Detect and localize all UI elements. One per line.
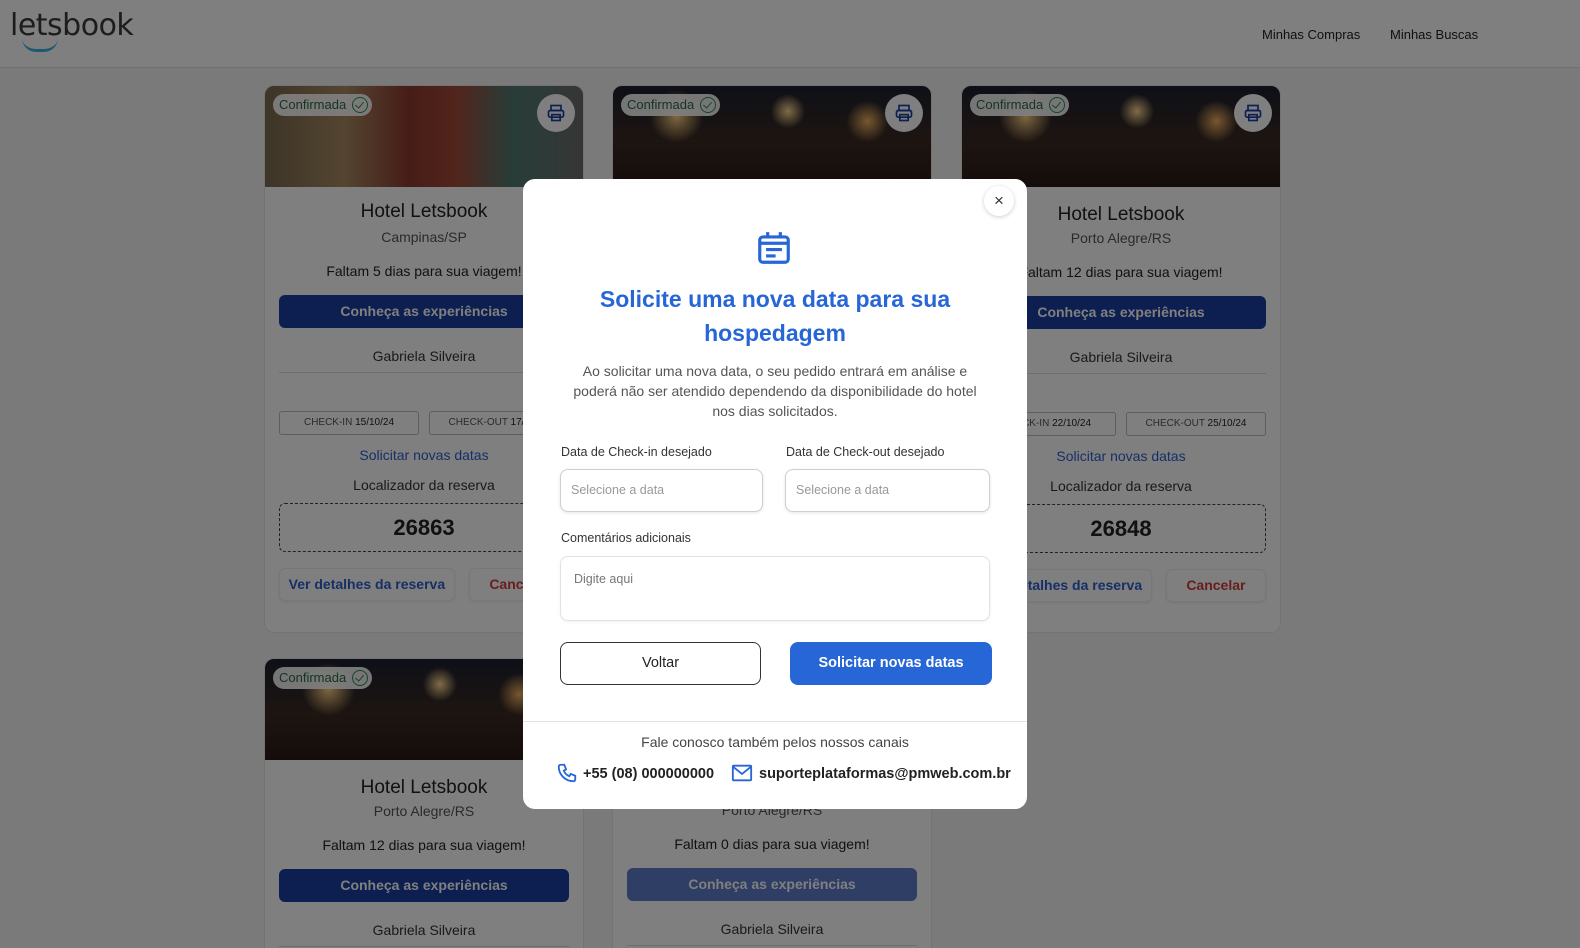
contact-phone[interactable]: +55 (08) 000000000 [583, 766, 714, 782]
back-button[interactable]: Voltar [560, 642, 761, 685]
new-dates-modal: × Solicite uma nova data para sua hosped… [523, 179, 1027, 809]
comments-textarea[interactable]: Digite aqui [560, 556, 990, 621]
phone-icon [557, 763, 577, 783]
comments-label: Comentários adicionais [561, 531, 691, 545]
modal-divider [523, 721, 1027, 722]
checkout-field-label: Data de Check-out desejado [786, 445, 945, 459]
checkin-field-label: Data de Check-in desejado [561, 445, 712, 459]
contact-email[interactable]: suporteplataformas@pmweb.com.br [759, 766, 1011, 782]
modal-title: Solicite uma nova data para sua hospedag… [599, 286, 951, 346]
mail-icon [731, 764, 753, 782]
contact-label: Fale conosco também pelos nossos canais [641, 734, 909, 750]
checkin-date-input[interactable]: Selecione a data [560, 469, 763, 512]
modal-description: Ao solicitar uma nova data, o seu pedido… [573, 363, 977, 419]
checkout-date-input[interactable]: Selecione a data [785, 469, 990, 512]
close-button[interactable]: × [984, 186, 1014, 216]
calendar-icon [758, 232, 790, 264]
submit-new-dates-button[interactable]: Solicitar novas datas [790, 642, 992, 685]
